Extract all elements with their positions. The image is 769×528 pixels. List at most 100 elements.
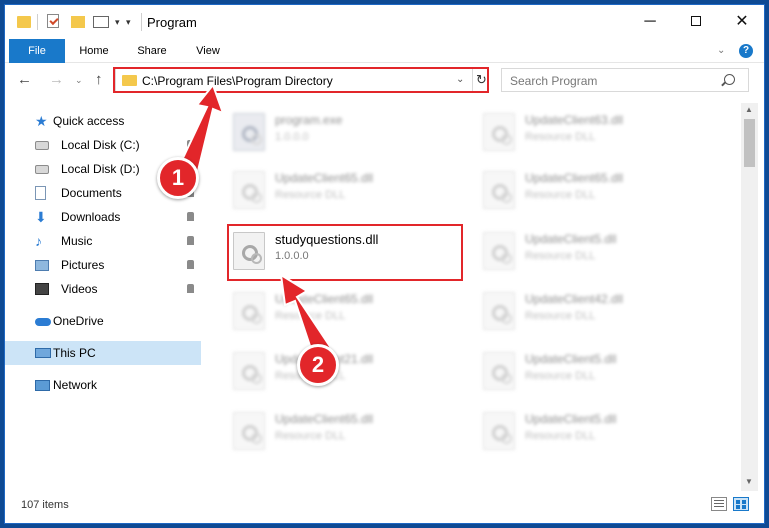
view-options-button[interactable] xyxy=(93,16,109,28)
file-tile[interactable]: UpdateClient65.dll Resource DLL xyxy=(229,284,469,338)
tab-share[interactable]: Share xyxy=(129,39,175,63)
file-tile-studyquestions[interactable]: studyquestions.dll 1.0.0.0 xyxy=(229,224,469,278)
file-tile[interactable]: UpdateClient5.dll Resource DLL xyxy=(479,224,719,278)
navigation-bar: ← → ⌄ ↑ C:\Program Files\Program Directo… xyxy=(5,63,764,97)
file-description: Resource DLL xyxy=(525,310,596,322)
sidebar-item-label: Pictures xyxy=(61,258,105,272)
title-bar: ▾ ▾ Program ─ ✕ xyxy=(5,5,764,39)
sidebar-item-label: OneDrive xyxy=(53,314,104,328)
view-options-dropdown-icon[interactable]: ▾ xyxy=(115,17,120,28)
file-tile[interactable]: UpdateClient63.dll Resource DLL xyxy=(479,105,719,159)
dll-file-icon xyxy=(233,232,265,270)
cloud-icon xyxy=(35,318,51,326)
star-icon: ★ xyxy=(35,113,48,129)
details-view-icon[interactable] xyxy=(711,497,727,511)
file-tile[interactable]: UpdateClient65.dll Resource DLL xyxy=(229,163,469,217)
file-list: program.exe 1.0.0.0 UpdateClient63.dll R… xyxy=(207,103,741,491)
recent-locations-icon[interactable]: ⌄ xyxy=(75,75,83,86)
step-1-badge: 1 xyxy=(157,157,199,199)
status-bar: 107 items xyxy=(5,491,764,523)
properties-button[interactable] xyxy=(47,14,59,28)
folder-icon xyxy=(17,16,31,28)
toolbar-separator xyxy=(37,14,38,30)
pictures-icon xyxy=(35,260,49,271)
videos-icon xyxy=(35,283,49,295)
sidebar-item-label: Local Disk (C:) xyxy=(61,138,140,152)
sidebar-item-label: Network xyxy=(53,378,98,392)
computer-icon xyxy=(35,348,51,358)
scroll-up-icon[interactable]: ▲ xyxy=(745,105,753,114)
scroll-down-icon[interactable]: ▼ xyxy=(745,477,753,486)
sidebar-item-label: Music xyxy=(61,234,93,248)
scroll-thumb[interactable] xyxy=(744,119,755,167)
file-description: Resource DLL xyxy=(275,189,346,201)
customize-toolbar-button[interactable]: ▾ xyxy=(126,17,131,28)
dll-file-icon xyxy=(483,292,515,330)
sidebar-item-label: Local Disk (D:) xyxy=(61,162,140,176)
tab-view[interactable]: View xyxy=(185,39,231,63)
network-icon xyxy=(35,380,50,391)
document-icon xyxy=(35,186,46,200)
address-dropdown-icon[interactable]: ⌄ xyxy=(456,74,464,85)
sidebar-item-onedrive[interactable]: OneDrive xyxy=(5,309,201,333)
dll-file-icon xyxy=(233,352,265,390)
file-name: UpdateClient65.dll xyxy=(275,412,374,426)
title-separator xyxy=(141,13,142,31)
sidebar-item-label: Documents xyxy=(61,186,122,200)
help-icon[interactable]: ? xyxy=(739,44,753,58)
sidebar-item-quick-access[interactable]: ★ Quick access xyxy=(5,109,201,133)
sidebar-item-label: Downloads xyxy=(61,210,121,224)
up-button[interactable]: ↑ xyxy=(95,71,103,88)
sidebar-item-music[interactable]: ♪ Music xyxy=(5,229,201,253)
file-tile[interactable]: UpdateClient42.dll Resource DLL xyxy=(479,284,719,338)
tab-home[interactable]: Home xyxy=(71,39,117,63)
search-box[interactable]: Search Program xyxy=(501,68,749,92)
exe-file-icon xyxy=(233,113,265,151)
sidebar-item-downloads[interactable]: ⬇ Downloads xyxy=(5,205,201,229)
file-description: Resource DLL xyxy=(525,430,596,442)
dll-file-icon xyxy=(233,292,265,330)
file-tile[interactable]: UpdateClient5.dll Resource DLL xyxy=(479,344,719,398)
sidebar-item-this-pc[interactable]: This PC xyxy=(5,341,201,365)
pin-icon xyxy=(187,260,194,269)
close-button[interactable]: ✕ xyxy=(719,5,764,39)
file-name: UpdateClient65.dll xyxy=(275,171,374,185)
search-input[interactable]: Search Program xyxy=(510,74,597,88)
refresh-button[interactable]: ↻ xyxy=(472,69,490,91)
sidebar-item-pictures[interactable]: Pictures xyxy=(5,253,201,277)
file-name: studyquestions.dll xyxy=(275,232,379,247)
file-tile[interactable]: program.exe 1.0.0.0 xyxy=(229,105,469,159)
file-name: UpdateClient5.dll xyxy=(525,232,617,246)
download-icon: ⬇ xyxy=(35,209,47,225)
dll-file-icon xyxy=(233,412,265,450)
file-name: UpdateClient63.dll xyxy=(525,113,624,127)
maximize-icon xyxy=(691,16,701,26)
minimize-button[interactable]: ─ xyxy=(627,5,673,39)
address-path[interactable]: C:\Program Files\Program Directory xyxy=(142,74,333,88)
tiles-view-icon[interactable] xyxy=(733,497,749,511)
sidebar-item-videos[interactable]: Videos xyxy=(5,277,201,301)
file-tile[interactable]: UpdateClient65.dll Resource DLL xyxy=(479,163,719,217)
sidebar-item-network[interactable]: Network xyxy=(5,373,201,397)
file-description: Resource DLL xyxy=(275,310,346,322)
drive-icon xyxy=(35,165,49,174)
maximize-button[interactable] xyxy=(673,5,719,39)
file-tile[interactable]: UpdateClient65.dll Resource DLL xyxy=(229,404,469,458)
ribbon-tabs: File Home Share View ⌄ ? xyxy=(5,39,764,63)
new-folder-button[interactable] xyxy=(71,16,85,28)
expand-ribbon-icon[interactable]: ⌄ xyxy=(717,45,725,56)
file-tile[interactable]: UpdateClient5.dll Resource DLL xyxy=(479,404,719,458)
dll-file-icon xyxy=(483,352,515,390)
tab-file[interactable]: File xyxy=(9,39,65,63)
vertical-scrollbar[interactable]: ▲ ▼ xyxy=(741,103,758,491)
file-tile[interactable]: UpdateClient21.dll Resource DLL xyxy=(229,344,469,398)
file-name: UpdateClient42.dll xyxy=(525,292,624,306)
address-bar[interactable]: C:\Program Files\Program Directory ⌄ ↻ xyxy=(115,68,489,92)
sidebar-item-local-disk-c[interactable]: Local Disk (C:) xyxy=(5,133,201,157)
pin-icon xyxy=(187,284,194,293)
forward-button[interactable]: → xyxy=(49,71,64,88)
dll-file-icon xyxy=(483,412,515,450)
file-name: UpdateClient65.dll xyxy=(525,171,624,185)
sidebar-item-label: Videos xyxy=(61,282,98,296)
back-button[interactable]: ← xyxy=(17,71,32,88)
